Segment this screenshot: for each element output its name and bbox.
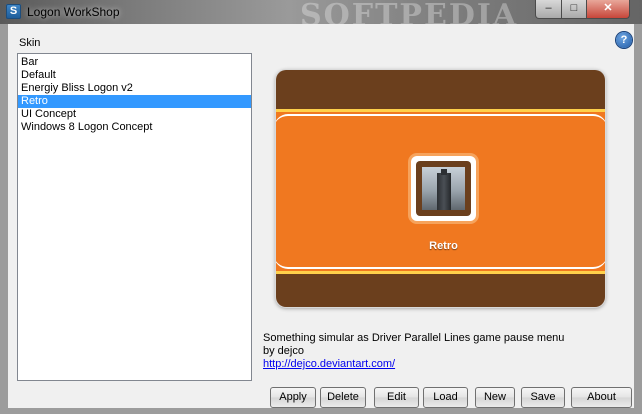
save-button[interactable]: Save <box>521 387 565 408</box>
about-button[interactable]: About <box>571 387 632 408</box>
close-button[interactable]: ✕ <box>586 0 630 19</box>
load-button[interactable]: Load <box>423 387 468 408</box>
list-item-selected[interactable]: Retro <box>18 95 251 108</box>
description-line-2: by dejco <box>263 345 304 357</box>
skin-label: Skin <box>19 37 41 49</box>
preview-avatar-frame <box>411 156 476 221</box>
edit-button[interactable]: Edit <box>374 387 419 408</box>
minimize-icon: – <box>545 2 552 14</box>
tower-figure <box>437 169 451 210</box>
maximize-icon: □ <box>570 2 578 14</box>
user-avatar-image <box>422 167 465 210</box>
window-frame-bottom <box>0 408 642 414</box>
title-bar[interactable]: S Logon WorkShop SOFTPEDIA – □ ✕ <box>0 0 642 24</box>
apply-button[interactable]: Apply <box>270 387 316 408</box>
client-area: Skin ? Bar Default Energiy Bliss Logon v… <box>8 24 634 408</box>
maximize-button[interactable]: □ <box>561 0 587 19</box>
skin-preview: Retro <box>276 70 605 307</box>
new-button[interactable]: New <box>475 387 515 408</box>
list-item[interactable]: UI Concept <box>18 108 251 121</box>
list-item[interactable]: Windows 8 Logon Concept <box>18 121 251 134</box>
close-icon: ✕ <box>603 2 613 14</box>
help-icon: ? <box>620 34 628 46</box>
softpedia-watermark: SOFTPEDIA <box>300 0 519 24</box>
app-window: S Logon WorkShop SOFTPEDIA – □ ✕ Skin ? … <box>0 0 642 414</box>
list-item[interactable]: Default <box>18 69 251 82</box>
skin-list[interactable]: Bar Default Energiy Bliss Logon v2 Retro… <box>17 53 252 381</box>
description-line-1: Something simular as Driver Parallel Lin… <box>263 332 565 344</box>
skin-description: Something simular as Driver Parallel Lin… <box>263 332 564 371</box>
window-frame-right <box>634 24 642 414</box>
author-link[interactable]: http://dejco.deviantart.com/ <box>263 358 564 371</box>
list-item[interactable]: Bar <box>18 56 251 69</box>
preview-avatar-border <box>416 161 471 216</box>
list-item[interactable]: Energiy Bliss Logon v2 <box>18 82 251 95</box>
preview-user-name: Retro <box>429 240 458 252</box>
window-title: Logon WorkShop <box>27 5 120 19</box>
minimize-button[interactable]: – <box>535 0 562 19</box>
app-icon: S <box>6 4 21 19</box>
delete-button[interactable]: Delete <box>320 387 366 408</box>
help-button[interactable]: ? <box>616 32 632 48</box>
window-frame-left <box>0 24 8 414</box>
